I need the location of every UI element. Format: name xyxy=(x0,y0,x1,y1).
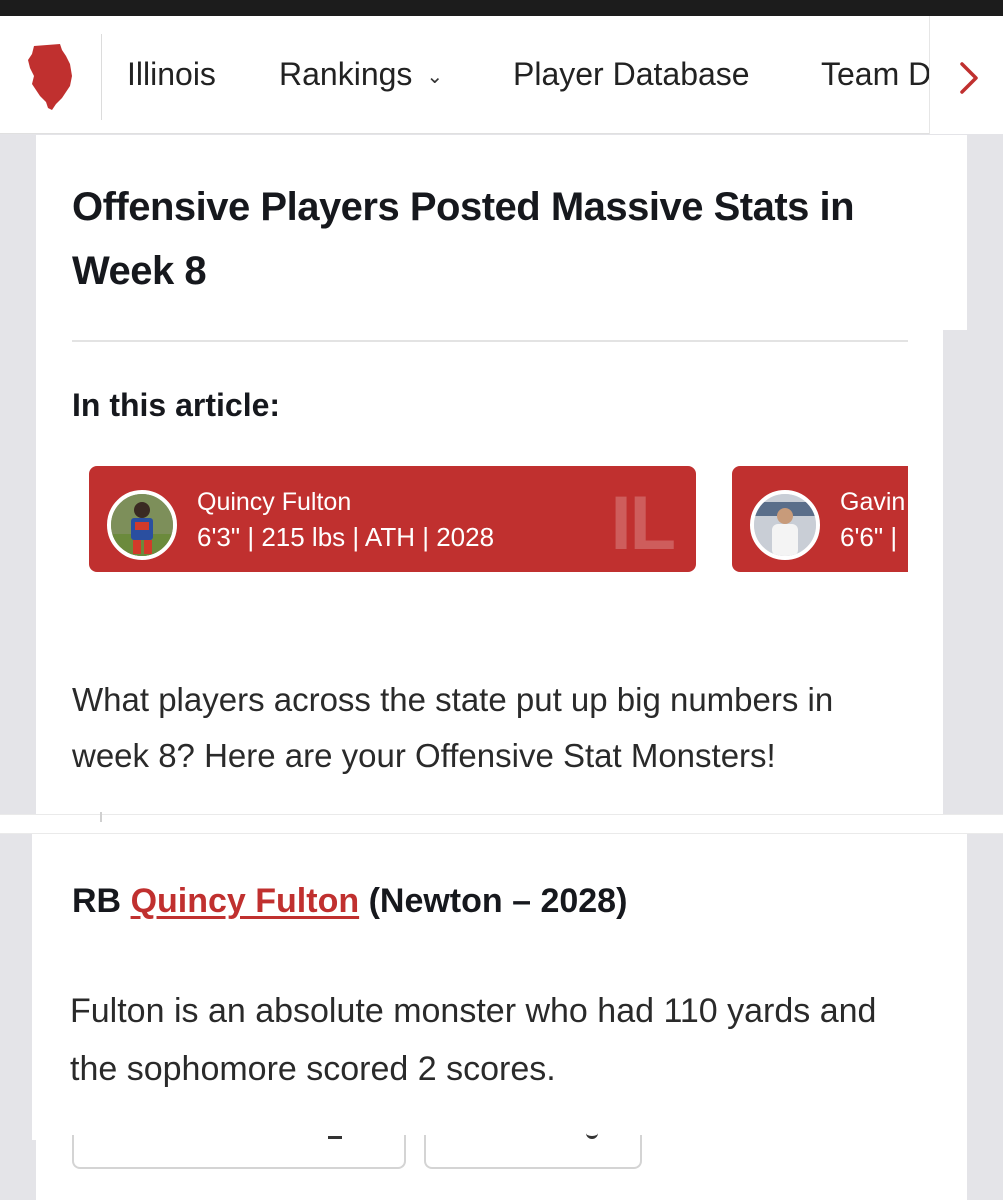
share-button[interactable] xyxy=(72,1135,406,1169)
chevron-right-icon xyxy=(960,62,978,94)
player-card[interactable]: Quincy Fulton 6'3" | 215 lbs | ATH | 202… xyxy=(89,466,696,572)
comment-button[interactable] xyxy=(424,1135,642,1169)
nav-item-rankings[interactable]: Rankings ⌄ xyxy=(279,56,443,93)
illinois-state-shape-icon[interactable] xyxy=(26,42,76,112)
player-position: RB xyxy=(72,882,122,920)
section-separator xyxy=(0,814,1003,834)
nav-item-label: Rankings xyxy=(279,56,413,92)
page-gutter xyxy=(943,330,1003,814)
player-avatar xyxy=(750,490,820,560)
article-intro: What players across the state put up big… xyxy=(72,681,834,774)
nav-item-label: Illinois xyxy=(127,56,216,92)
nav-item-team-database[interactable]: Team D xyxy=(821,56,930,93)
state-watermark: IL xyxy=(610,481,676,566)
title-divider xyxy=(72,340,908,342)
article-title: Offensive Players Posted Massive Stats i… xyxy=(72,185,855,293)
nav-scroll-right-button[interactable] xyxy=(929,16,1003,134)
nav-item-player-database[interactable]: Player Database xyxy=(513,56,750,93)
player-photo-icon xyxy=(111,494,173,556)
player-section-body: Fulton is an absolute monster who had 11… xyxy=(70,992,877,1088)
player-card[interactable]: Gavin 6'6" | xyxy=(732,466,908,572)
chevron-down-icon: ⌄ xyxy=(426,66,444,89)
comment-icon xyxy=(586,1133,598,1139)
player-photo-icon xyxy=(754,494,816,556)
device-top-bar xyxy=(0,0,1003,16)
player-profile-link[interactable]: Quincy Fulton xyxy=(131,882,360,920)
player-meta: 6'6" | xyxy=(840,522,898,552)
nav-item-label: Player Database xyxy=(513,56,750,92)
nav-item-illinois[interactable]: Illinois xyxy=(127,56,216,93)
nav-item-label: Team D xyxy=(821,56,930,92)
player-avatar xyxy=(107,490,177,560)
site-navigation: Illinois Rankings ⌄ Player Database Team … xyxy=(0,16,1003,134)
player-school-year: (Newton – 2028) xyxy=(368,882,628,920)
player-meta: 6'3" | 215 lbs | ATH | 2028 xyxy=(197,522,495,552)
decorative-mark xyxy=(100,812,102,822)
player-section-heading: RB Quincy Fulton (Newton – 2028) xyxy=(72,882,627,921)
share-icon xyxy=(328,1133,342,1139)
player-name: Gavin xyxy=(840,488,906,516)
player-name: Quincy Fulton xyxy=(197,488,352,516)
in-this-article-heading: In this article: xyxy=(72,387,281,423)
nav-scroller: Illinois Rankings ⌄ Player Database Team … xyxy=(100,16,930,134)
player-cards-carousel: Quincy Fulton 6'3" | 215 lbs | ATH | 202… xyxy=(72,460,908,580)
